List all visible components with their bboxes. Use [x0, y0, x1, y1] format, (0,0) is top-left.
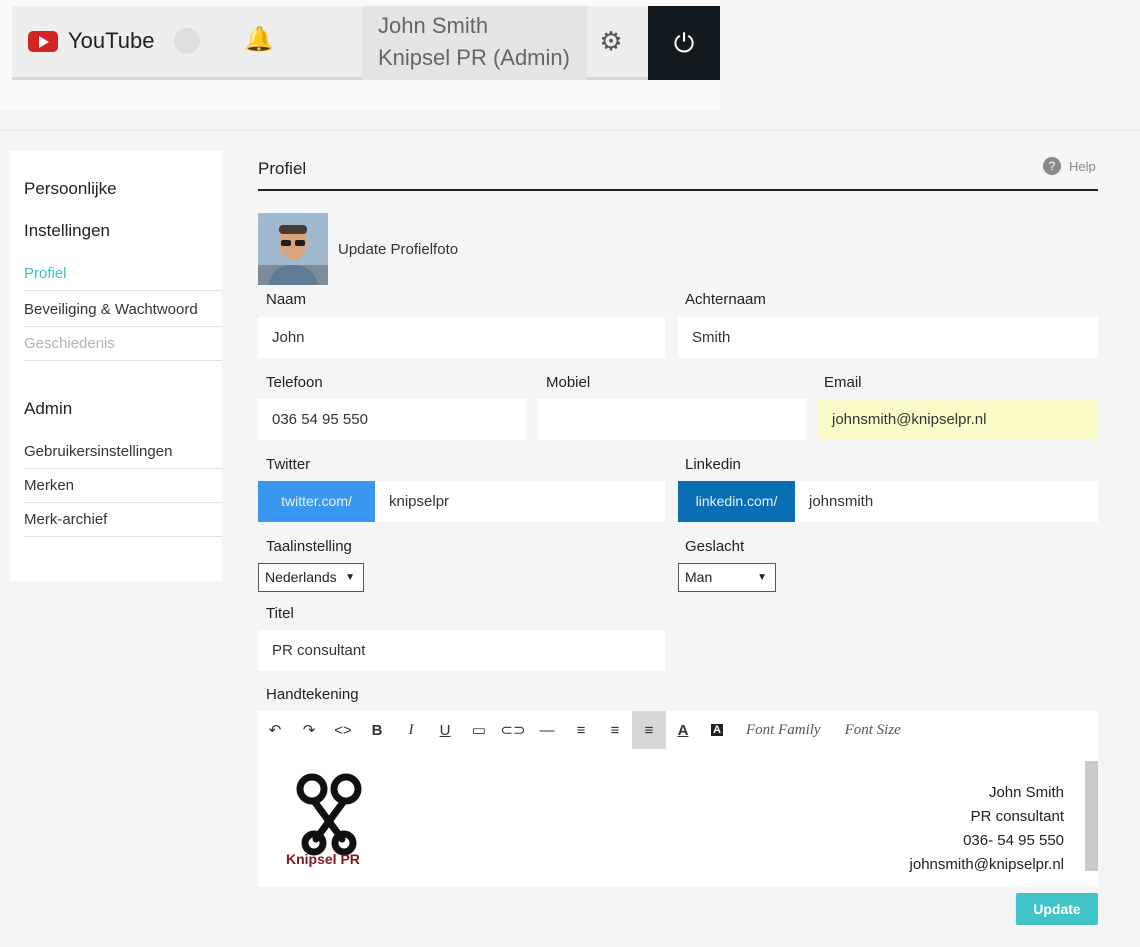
mobiel-field[interactable] — [538, 399, 806, 440]
chevron-down-icon: ▼ — [345, 572, 355, 583]
chevron-down-icon: ▼ — [757, 572, 767, 583]
sidebar-heading-admin: Admin — [24, 399, 73, 418]
titel-field[interactable]: PR consultant — [258, 630, 665, 671]
gear-icon[interactable]: ⚙ — [596, 26, 626, 56]
naam-field[interactable]: John — [258, 317, 665, 358]
undo-icon[interactable]: ↶ — [258, 711, 292, 749]
sidebar-item-geschiedenis[interactable]: Geschiedenis — [24, 327, 222, 361]
sig-phone: 036- 54 95 550 — [963, 832, 1064, 849]
redo-icon[interactable]: ↷ — [292, 711, 326, 749]
link-icon[interactable]: ⊂⊃ — [496, 711, 530, 749]
linkedin-field[interactable]: johnsmith — [795, 481, 1098, 522]
telefoon-label: Telefoon — [266, 374, 323, 391]
mobiel-label: Mobiel — [546, 374, 591, 391]
page-title: Profiel — [258, 159, 307, 178]
title-divider — [258, 189, 1098, 191]
taal-value: Nederlands — [265, 569, 337, 585]
email-field[interactable]: johnsmith@knipselpr.nl — [818, 399, 1098, 440]
logo-text: Knipsel PR — [286, 851, 360, 867]
twitter-prefix: twitter.com/ — [258, 481, 375, 522]
naam-label: Naam — [266, 291, 307, 308]
youtube-icon — [28, 30, 58, 52]
bell-icon[interactable]: 🔔 — [244, 26, 274, 54]
align-right-icon[interactable]: ≡ — [632, 711, 666, 749]
sig-name: John Smith — [988, 784, 1064, 801]
sidebar-item-merk-archief[interactable]: Merk-archief — [24, 503, 222, 537]
power-icon: ⏻ — [673, 28, 695, 58]
image-icon[interactable]: ▭ — [462, 711, 496, 749]
titel-label: Titel — [266, 605, 294, 622]
user-name: John Smith — [378, 13, 489, 38]
user-menu[interactable]: John Smith Knipsel PR (Admin) — [362, 6, 587, 80]
geslacht-value: Man — [685, 569, 713, 585]
signature-text: John Smith PR consultant 036- 54 95 550 … — [910, 781, 1064, 877]
sidebar-item-beveiliging[interactable]: Beveiliging & Wachtwoord — [24, 293, 222, 327]
top-bar: YouTube 🔔 John Smith Knipsel PR (Admin) … — [0, 0, 720, 110]
main-area: Persoonlijke Instellingen Profiel Beveil… — [0, 130, 1140, 947]
horizontal-rule-icon[interactable]: — — [530, 711, 564, 749]
sidebar-item-profiel[interactable]: Profiel — [24, 257, 222, 291]
achternaam-field[interactable]: Smith — [678, 317, 1098, 358]
email-label: Email — [824, 374, 862, 391]
background-color-glyph: A — [711, 724, 723, 736]
question-icon: ? — [1043, 157, 1061, 175]
update-button[interactable]: Update — [1016, 893, 1098, 925]
power-button[interactable]: ⏻ — [648, 6, 720, 80]
underline-icon[interactable]: U — [428, 711, 462, 749]
achternaam-label: Achternaam — [685, 291, 766, 308]
update-photo-link[interactable]: Update Profielfoto — [338, 241, 458, 258]
sidebar-item-merken[interactable]: Merken — [24, 469, 222, 503]
font-size-select[interactable]: Font Size — [833, 722, 913, 739]
profile-panel: Profiel ? Help Update Profielfoto Naam J… — [242, 145, 1114, 935]
bold-icon[interactable]: B — [360, 711, 394, 749]
telefoon-field[interactable]: 036 54 95 550 — [258, 399, 526, 440]
ghost-circle-icon[interactable] — [174, 28, 200, 54]
sig-title: PR consultant — [970, 808, 1064, 825]
taal-label: Taalinstelling — [266, 538, 352, 555]
help-label: Help — [1069, 158, 1096, 174]
background-color-icon[interactable]: A — [700, 711, 734, 749]
youtube-label: YouTube — [68, 28, 155, 53]
linkedin-label: Linkedin — [685, 456, 741, 473]
align-center-icon[interactable]: ≡ — [598, 711, 632, 749]
signature-editor[interactable]: Knipsel PR John Smith PR consultant 036-… — [258, 749, 1098, 887]
sidebar-heading-persoonlijke: Persoonlijke — [24, 179, 117, 198]
font-family-select[interactable]: Font Family — [734, 722, 833, 739]
twitter-label: Twitter — [266, 456, 311, 473]
font-color-icon[interactable]: A — [666, 711, 700, 749]
twitter-field[interactable]: knipselpr — [375, 481, 665, 522]
sidebar-item-gebruikersinstellingen[interactable]: Gebruikersinstellingen — [24, 435, 222, 469]
youtube-link[interactable]: YouTube — [28, 28, 154, 54]
code-view-icon[interactable]: <> — [326, 711, 360, 749]
italic-icon[interactable]: I — [394, 711, 428, 749]
user-org: Knipsel PR (Admin) — [378, 45, 570, 70]
sidebar-heading-instellingen: Instellingen — [24, 221, 111, 240]
knipsel-logo: Knipsel PR — [284, 765, 374, 869]
taal-select[interactable]: Nederlands ▼ — [258, 563, 364, 592]
sig-email: johnsmith@knipselpr.nl — [909, 856, 1064, 873]
editor-toolbar: ↶ ↷ <> B I U ▭ ⊂⊃ — ≡ ≡ ≡ A A Font Famil… — [258, 711, 1098, 749]
sidebar: Persoonlijke Instellingen Profiel Beveil… — [10, 151, 222, 581]
avatar[interactable] — [258, 213, 328, 285]
align-left-icon[interactable]: ≡ — [564, 711, 598, 749]
handtekening-label: Handtekening — [266, 686, 359, 703]
geslacht-select[interactable]: Man ▼ — [678, 563, 776, 592]
geslacht-label: Geslacht — [685, 538, 745, 555]
linkedin-prefix: linkedin.com/ — [678, 481, 795, 522]
editor-scrollbar[interactable] — [1085, 761, 1098, 871]
help-link[interactable]: ? Help — [1043, 157, 1096, 175]
